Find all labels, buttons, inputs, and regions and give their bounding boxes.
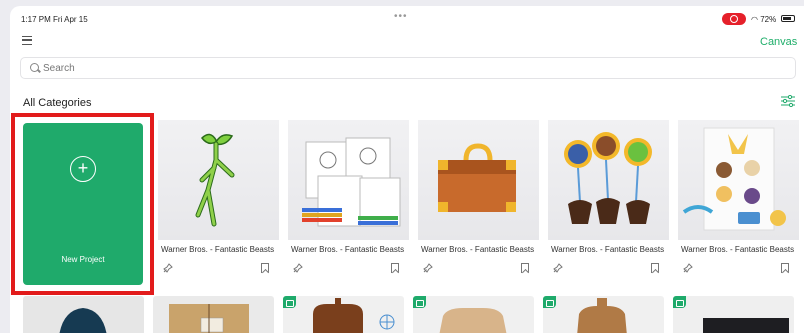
project-thumbnail bbox=[59, 308, 107, 333]
project-card[interactable]: Warner Bros. - Fantastic Beasts bbox=[288, 120, 409, 282]
pin-icon[interactable] bbox=[553, 263, 563, 273]
project-thumbnail bbox=[577, 298, 627, 333]
project-thumbnail[interactable] bbox=[158, 120, 279, 240]
app-screen: 1:17 PM Fri Apr 15 ••• ◠ 72% Canvas All … bbox=[10, 6, 804, 333]
project-card[interactable]: Warner Bros. - Fantastic Beasts bbox=[418, 120, 539, 282]
pin-icon[interactable] bbox=[683, 263, 693, 273]
search-input[interactable] bbox=[43, 61, 743, 76]
premium-badge-icon bbox=[543, 296, 556, 308]
project-thumbnail[interactable] bbox=[548, 120, 669, 240]
project-card-row2[interactable] bbox=[413, 296, 534, 333]
status-bar: 1:17 PM Fri Apr 15 ••• ◠ 72% bbox=[10, 6, 804, 28]
menu-icon[interactable] bbox=[22, 36, 32, 45]
project-thumbnail bbox=[169, 304, 249, 333]
project-card-row2[interactable] bbox=[23, 296, 144, 333]
bookmark-icon[interactable] bbox=[651, 263, 659, 273]
bookmark-icon[interactable] bbox=[261, 263, 269, 273]
project-thumbnail bbox=[313, 298, 395, 333]
premium-badge-icon bbox=[413, 296, 426, 308]
project-card[interactable]: Warner Bros. - Fantastic Beasts bbox=[678, 120, 799, 282]
wifi-icon: ◠ bbox=[751, 15, 761, 24]
bookmark-icon[interactable] bbox=[521, 263, 529, 273]
project-thumbnail[interactable] bbox=[678, 120, 799, 240]
plus-icon: + bbox=[70, 156, 96, 182]
project-card-row2[interactable] bbox=[543, 296, 664, 333]
bookmark-icon[interactable] bbox=[391, 263, 399, 273]
section-title: All Categories bbox=[23, 97, 92, 109]
project-thumbnail[interactable] bbox=[418, 120, 539, 240]
pin-icon[interactable] bbox=[293, 263, 303, 273]
premium-badge-icon bbox=[673, 296, 686, 308]
card-title: Warner Bros. - Fantastic Beasts bbox=[161, 245, 275, 254]
battery-text: 72% bbox=[760, 15, 777, 24]
battery-icon bbox=[781, 15, 795, 22]
project-card-row2[interactable] bbox=[283, 296, 404, 333]
project-card-row2[interactable] bbox=[153, 296, 274, 333]
pin-icon[interactable] bbox=[163, 263, 173, 273]
card-title: Warner Bros. - Fantastic Beasts bbox=[551, 245, 665, 254]
new-project-label: New Project bbox=[61, 255, 105, 264]
status-time: 1:17 PM Fri Apr 15 bbox=[21, 15, 88, 24]
canvas-link[interactable]: Canvas bbox=[760, 36, 797, 48]
card-title: Warner Bros. - Fantastic Beasts bbox=[681, 245, 795, 254]
battery-percentage: ◠ 72% bbox=[751, 15, 776, 24]
search-bar[interactable] bbox=[20, 57, 796, 79]
multitasking-dots[interactable]: ••• bbox=[394, 11, 408, 22]
project-card[interactable]: Warner Bros. - Fantastic Beasts bbox=[548, 120, 669, 282]
search-icon bbox=[30, 63, 39, 72]
project-thumbnail bbox=[439, 308, 507, 333]
premium-badge-icon bbox=[283, 296, 296, 308]
new-project-button[interactable]: + New Project bbox=[23, 123, 143, 285]
card-title: Warner Bros. - Fantastic Beasts bbox=[291, 245, 405, 254]
pin-icon[interactable] bbox=[423, 263, 433, 273]
card-title: Warner Bros. - Fantastic Beasts bbox=[421, 245, 535, 254]
project-thumbnail[interactable] bbox=[288, 120, 409, 240]
project-card[interactable]: Warner Bros. - Fantastic Beasts bbox=[158, 120, 279, 282]
bookmark-icon[interactable] bbox=[781, 263, 789, 273]
project-card-row2[interactable] bbox=[673, 296, 794, 333]
screen-recording-icon[interactable] bbox=[722, 13, 746, 25]
filter-icon[interactable] bbox=[781, 95, 795, 107]
project-thumbnail bbox=[703, 318, 789, 333]
